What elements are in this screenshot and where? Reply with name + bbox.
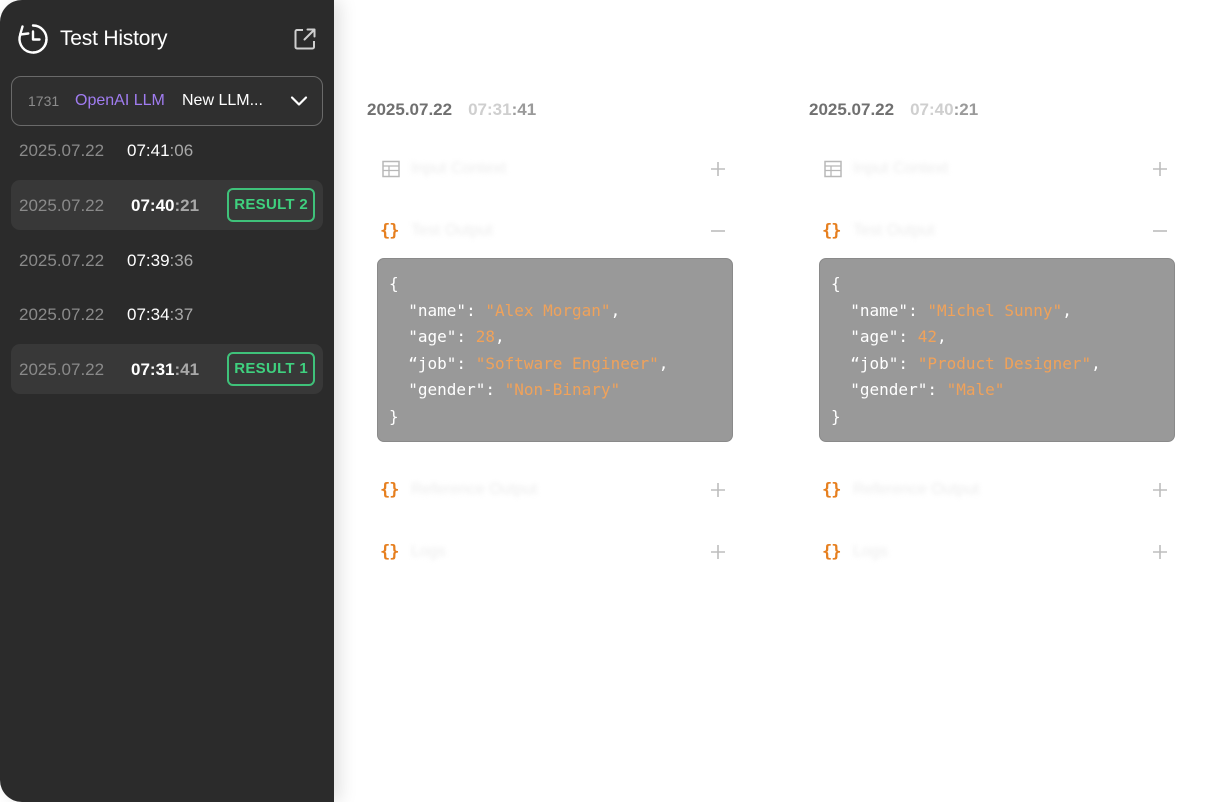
- result-badge: RESULT 2: [227, 188, 315, 222]
- section-label-blurred: Reference Output: [411, 481, 538, 498]
- selector-provider: OpenAI LLM: [75, 92, 165, 109]
- plus-icon[interactable]: [707, 479, 729, 501]
- json-output-block: { "name": "Alex Morgan", "age": 28, “job…: [377, 258, 733, 442]
- selector-name: New LLM...: [182, 92, 263, 109]
- selector-id: 1731: [28, 93, 60, 109]
- section-label-blurred: Logs: [853, 543, 888, 560]
- section-label-blurred: Input Context: [411, 160, 507, 177]
- history-time: 07:39:36: [127, 251, 194, 270]
- braces-icon: {}: [380, 221, 399, 241]
- plus-icon[interactable]: [707, 541, 729, 563]
- section-reference-row[interactable]: {} Reference Output: [819, 476, 1175, 506]
- section-label-blurred: Test Output: [853, 222, 935, 239]
- section-input-row[interactable]: Input Context: [377, 155, 733, 185]
- history-date: 2025.07.22: [19, 141, 105, 160]
- test-history-sidebar: Test History 1731 OpenAI LLM New LLM... …: [0, 0, 334, 802]
- chevron-down-icon: [290, 96, 308, 106]
- plus-icon[interactable]: [1149, 158, 1171, 180]
- llm-selector-dropdown[interactable]: 1731 OpenAI LLM New LLM...: [11, 76, 323, 126]
- braces-icon: {}: [822, 542, 841, 562]
- history-item[interactable]: 2025.07.22 07:34:37: [11, 289, 323, 339]
- section-output-row[interactable]: {} Test Output: [377, 217, 733, 247]
- history-date: 2025.07.22: [19, 251, 105, 270]
- sidebar-title: Test History: [60, 27, 168, 50]
- history-date: 2025.07.22: [19, 360, 105, 379]
- section-label-blurred: Input Context: [853, 160, 949, 177]
- history-time: 07:34:37: [127, 305, 194, 324]
- history-time: 07:31:41: [131, 360, 200, 379]
- braces-icon: {}: [822, 480, 841, 500]
- plus-icon[interactable]: [1149, 541, 1171, 563]
- section-output-row[interactable]: {} Test Output: [819, 217, 1175, 247]
- table-icon: [382, 160, 400, 178]
- table-icon: [824, 160, 842, 178]
- braces-icon: {}: [380, 480, 399, 500]
- minus-icon[interactable]: [707, 220, 729, 242]
- result-panel-1: 2025.07.22 07:31:41 Input Context {} Test…: [367, 0, 737, 802]
- section-logs-row[interactable]: {} Logs: [819, 538, 1175, 568]
- history-item[interactable]: 2025.07.22 07:40:21 RESULT 2: [11, 180, 323, 230]
- result-badge: RESULT 1: [227, 352, 315, 386]
- history-item[interactable]: 2025.07.22 07:41:06: [11, 125, 323, 175]
- section-label-blurred: Logs: [411, 543, 446, 560]
- history-item[interactable]: 2025.07.22 07:31:41 RESULT 1: [11, 344, 323, 394]
- history-date: 2025.07.22: [19, 305, 105, 324]
- minus-icon[interactable]: [1149, 220, 1171, 242]
- braces-icon: {}: [822, 221, 841, 241]
- panel-timestamp: 2025.07.22 07:40:21: [809, 100, 979, 119]
- section-logs-row[interactable]: {} Logs: [377, 538, 733, 568]
- history-time: 07:40:21: [131, 196, 200, 215]
- panel-timestamp: 2025.07.22 07:31:41: [367, 100, 537, 119]
- section-label-blurred: Test Output: [411, 222, 493, 239]
- history-item[interactable]: 2025.07.22 07:39:36: [11, 235, 323, 285]
- open-external-icon[interactable]: [292, 26, 318, 52]
- plus-icon[interactable]: [707, 158, 729, 180]
- history-clock-icon: [18, 24, 48, 54]
- result-panel-2: 2025.07.22 07:40:21 Input Context {} Test…: [809, 0, 1179, 802]
- braces-icon: {}: [380, 542, 399, 562]
- history-date: 2025.07.22: [19, 196, 105, 215]
- section-input-row[interactable]: Input Context: [819, 155, 1175, 185]
- section-label-blurred: Reference Output: [853, 481, 980, 498]
- app-window: Test History 1731 OpenAI LLM New LLM... …: [0, 0, 1218, 802]
- json-output-block: { "name": "Michel Sunny", "age": 42, “jo…: [819, 258, 1175, 442]
- history-time: 07:41:06: [127, 141, 194, 160]
- plus-icon[interactable]: [1149, 479, 1171, 501]
- sidebar-header: Test History: [16, 22, 318, 56]
- section-reference-row[interactable]: {} Reference Output: [377, 476, 733, 506]
